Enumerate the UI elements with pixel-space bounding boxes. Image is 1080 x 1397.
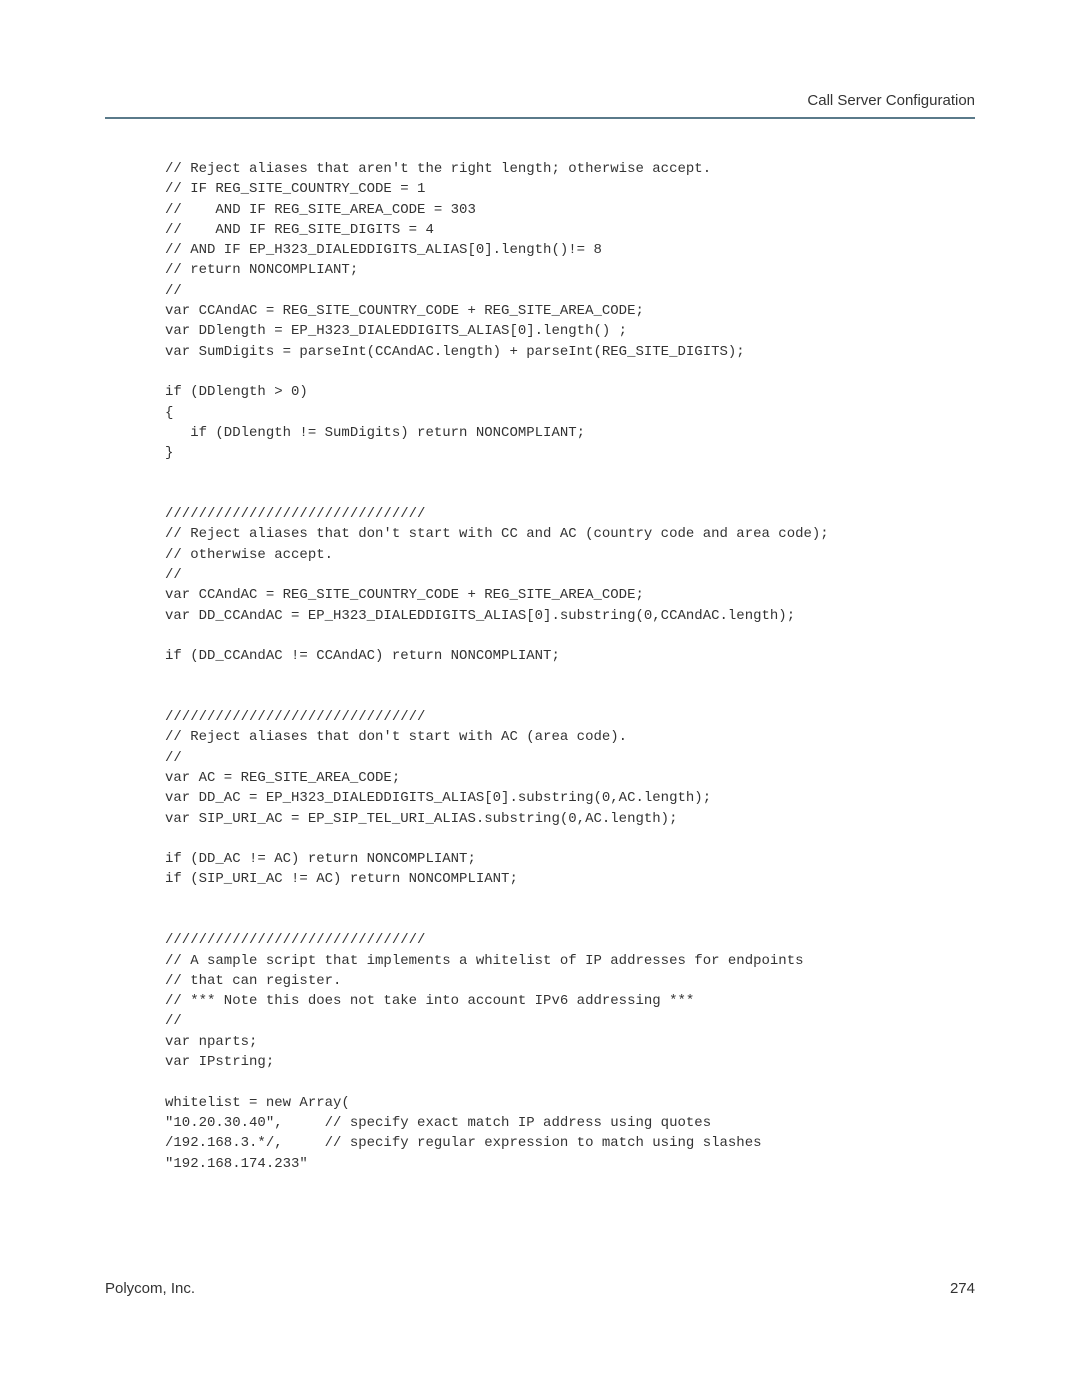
- footer-page-number: 274: [950, 1280, 975, 1297]
- code-block: // Reject aliases that aren't the right …: [105, 159, 975, 1174]
- footer-company: Polycom, Inc.: [105, 1280, 195, 1297]
- header-title: Call Server Configuration: [807, 92, 975, 109]
- page-header: Call Server Configuration: [105, 92, 975, 119]
- page-footer: Polycom, Inc. 274: [105, 1280, 975, 1297]
- document-page: Call Server Configuration // Reject alia…: [0, 0, 1080, 1397]
